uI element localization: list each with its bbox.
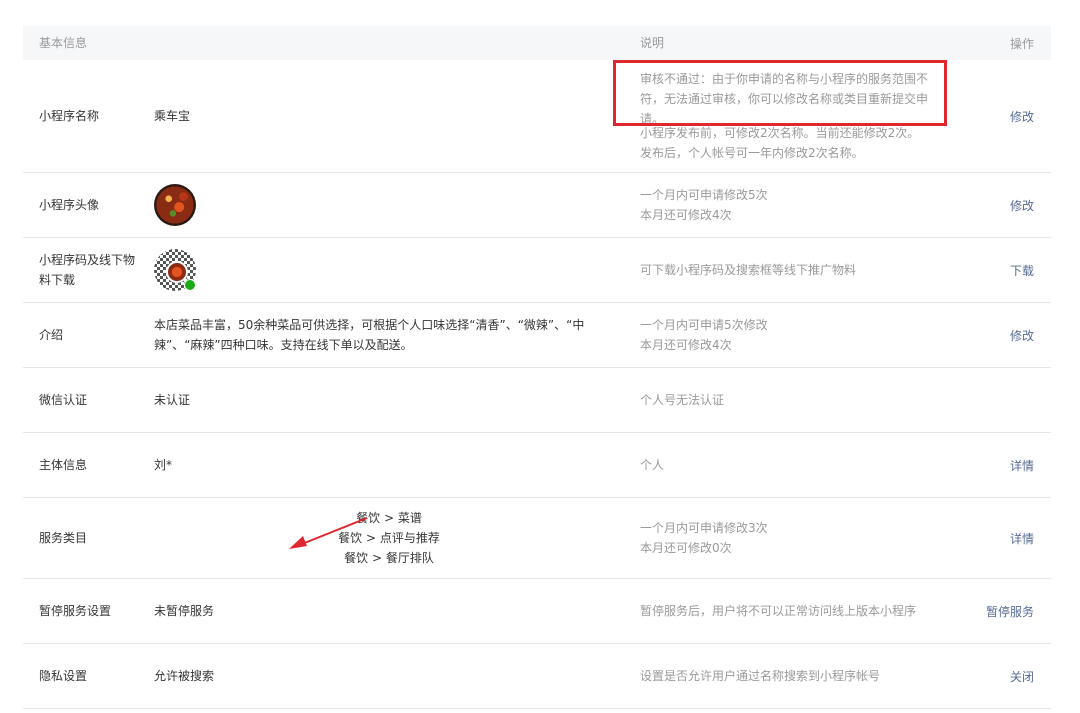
red-arrow-annotation: [289, 517, 368, 549]
row-value: [154, 238, 624, 302]
row-avatar: 小程序头像 一个月内可申请修改5次 本月还可修改4次 修改: [23, 173, 1051, 238]
desc-line-2: 本月还可修改4次: [640, 338, 732, 352]
header-basic-info: 基本信息: [39, 36, 88, 50]
row-label: 暂停服务设置: [39, 604, 112, 618]
header-description: 说明: [640, 36, 665, 50]
row-label: 小程序头像: [39, 198, 100, 212]
row-label: 介绍: [39, 328, 64, 342]
category-list: 餐饮 > 菜谱 餐饮 > 点评与推荐 餐饮 > 餐厅排队: [154, 498, 624, 578]
row-value: 乘车宝: [154, 109, 191, 123]
row-value: 未暂停服务: [154, 604, 215, 618]
desc-line-1: 一个月内可申请修改3次: [640, 521, 768, 535]
warning-highlight-box: [613, 60, 947, 126]
settings-table: 基本信息 说明 操作 小程序名称 乘车宝 审核不通过：由于你申请的名称与小程序的…: [23, 26, 1051, 709]
row-category: 服务类目 餐饮 > 菜谱 餐饮 > 点评与推荐 餐饮 > 餐厅排队 一个月内可申…: [23, 498, 1051, 579]
row-value: 刘*: [154, 458, 173, 472]
desc-line-1: 小程序发布前，可修改2次名称。当前还能修改2次。: [640, 126, 920, 140]
header-action: 操作: [1009, 36, 1034, 51]
row-description: 可下载小程序码及搜索框等线下推广物料: [640, 263, 857, 277]
row-wechat-auth: 微信认证 未认证 个人号无法认证: [23, 368, 1051, 433]
row-entity: 主体信息 刘* 个人 详情: [23, 433, 1051, 498]
desc-line-2: 本月还可修改4次: [640, 208, 732, 222]
pause-service-link[interactable]: 暂停服务: [986, 579, 1034, 643]
row-label: 隐私设置: [39, 669, 88, 683]
row-label: 服务类目: [39, 531, 88, 545]
row-description: 个人: [640, 458, 665, 472]
desc-line-1: 一个月内可申请修改5次: [640, 188, 768, 202]
row-label: 微信认证: [39, 393, 88, 407]
row-description: 个人号无法认证: [640, 393, 725, 407]
edit-intro-link[interactable]: 修改: [1010, 303, 1034, 367]
row-description: 一个月内可申请修改3次 本月还可修改0次: [640, 498, 960, 578]
row-intro: 介绍 本店菜品丰富，50余种菜品可供选择，可根据个人口味选择“清香”、“微辣”、…: [23, 303, 1051, 368]
avatar: [154, 184, 196, 226]
row-label: 小程序名称: [39, 109, 100, 123]
row-value: 未认证: [154, 393, 191, 407]
category-details-link[interactable]: 详情: [1010, 498, 1034, 578]
qrcode-image: [154, 249, 196, 291]
row-label: 小程序码及线下物料下载: [39, 253, 136, 287]
row-description: 暂停服务后，用户将不可以正常访问线上版本小程序: [640, 604, 917, 618]
privacy-close-link[interactable]: 关闭: [1010, 644, 1034, 708]
qrcode-center-logo: [166, 261, 188, 283]
edit-name-link[interactable]: 修改: [1010, 60, 1034, 172]
row-description: 设置是否允许用户通过名称搜索到小程序帐号: [640, 669, 881, 683]
row-qrcode: 小程序码及线下物料下载 可下载小程序码及搜索框等线下推广物料 下载: [23, 238, 1051, 303]
row-value: 本店菜品丰富，50余种菜品可供选择，可根据个人口味选择“清香”、“微辣”、“中辣…: [154, 318, 585, 352]
desc-line-2: 发布后，个人帐号可一年内修改2次名称。: [640, 146, 864, 160]
row-description: 一个月内可申请修改5次 本月还可修改4次: [640, 173, 960, 237]
check-badge-icon: [184, 279, 196, 291]
entity-details-link[interactable]: 详情: [1010, 433, 1034, 497]
row-label: 主体信息: [39, 458, 88, 472]
row-value: 允许被搜索: [154, 669, 215, 683]
row-pause-service: 暂停服务设置 未暂停服务 暂停服务后，用户将不可以正常访问线上版本小程序 暂停服…: [23, 579, 1051, 644]
desc-line-2: 本月还可修改0次: [640, 541, 732, 555]
download-link[interactable]: 下载: [1010, 238, 1034, 302]
edit-avatar-link[interactable]: 修改: [1010, 173, 1034, 237]
table-header: 基本信息 说明 操作: [23, 26, 1051, 60]
row-description: 一个月内可申请5次修改 本月还可修改4次: [640, 303, 960, 367]
desc-line-1: 一个月内可申请5次修改: [640, 318, 768, 332]
row-privacy: 隐私设置 允许被搜索 设置是否允许用户通过名称搜索到小程序帐号 关闭: [23, 644, 1051, 709]
row-value: [154, 173, 624, 237]
